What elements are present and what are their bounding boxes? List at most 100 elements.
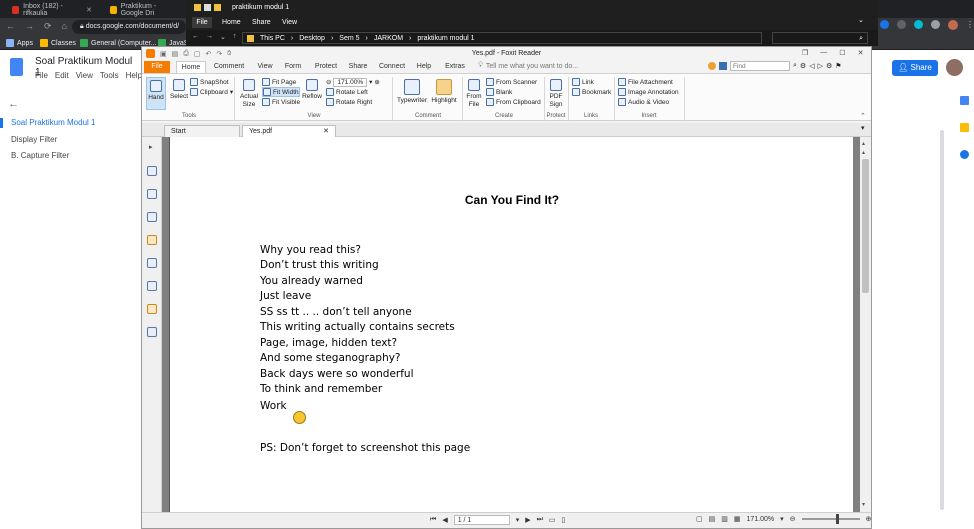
forward-icon[interactable]: → xyxy=(25,21,34,32)
hand-tool-button[interactable]: Hand xyxy=(146,77,166,110)
back-icon[interactable]: ← xyxy=(6,21,15,32)
next-result-icon[interactable]: ▷ xyxy=(818,62,823,70)
explorer-tab-home[interactable]: Home xyxy=(222,17,241,28)
single-page-icon[interactable]: ▢ xyxy=(696,515,703,523)
rotate-left-button[interactable]: Rotate Left xyxy=(326,87,380,97)
menu-home[interactable]: Home xyxy=(176,61,206,73)
close-tab-icon[interactable]: ✕ xyxy=(323,126,329,137)
next-page-icon[interactable]: ▶︎ xyxy=(525,516,530,524)
chrome-tab-gmail[interactable]: Inbox (182) - rifkaulia ✕ xyxy=(6,2,98,18)
fit-visible-button[interactable]: Fit Visible xyxy=(262,97,300,107)
minimize-icon[interactable]: — xyxy=(820,49,827,57)
back-arrow-icon[interactable]: ← xyxy=(8,98,19,110)
menu-tools[interactable]: Tools xyxy=(100,71,119,80)
outline-item-1[interactable]: Soal Praktikum Modul 1 xyxy=(11,118,95,127)
path-segment[interactable]: JARKOM xyxy=(374,35,403,42)
extension-icon[interactable] xyxy=(897,20,906,29)
menu-help[interactable]: Help xyxy=(126,71,142,80)
attachments-panel-icon[interactable] xyxy=(147,258,157,268)
tools-panel-icon[interactable] xyxy=(147,327,157,337)
continuous-page-icon[interactable]: ▤ xyxy=(709,515,716,523)
document-view[interactable]: Can You Find It? Why you read this? Don’… xyxy=(162,137,860,515)
first-page-icon[interactable]: ⏮︎ xyxy=(430,516,436,524)
from-file-button[interactable]: From File xyxy=(464,79,484,109)
chevron-down-icon[interactable]: ▾ xyxy=(780,515,784,523)
scrollbar[interactable] xyxy=(940,130,944,510)
share-button[interactable]: 👤︎ Share xyxy=(892,60,938,76)
menu-view[interactable]: View xyxy=(76,71,93,80)
outline-item-3[interactable]: B. Capture Filter xyxy=(11,151,69,160)
maximize-icon[interactable]: ☐ xyxy=(839,49,845,57)
facing-view-icon[interactable]: ▯ xyxy=(562,516,566,524)
highlight-button[interactable]: Highlight xyxy=(430,79,458,104)
zoom-in-icon[interactable]: ⊕ xyxy=(374,78,379,86)
image-annotation-button[interactable]: Image Annotation xyxy=(618,87,679,97)
chevron-down-icon[interactable]: ⌄ xyxy=(858,16,864,24)
explorer-tab-share[interactable]: Share xyxy=(252,17,271,28)
tab-list-icon[interactable]: ▾ xyxy=(861,124,865,132)
restore-icon[interactable]: ❐ xyxy=(802,49,808,57)
tab-start[interactable]: Start xyxy=(164,125,240,137)
path-segment[interactable]: praktikum modul 1 xyxy=(417,35,474,42)
layers-panel-icon[interactable] xyxy=(147,212,157,222)
fit-width-button[interactable]: Fit Width xyxy=(262,87,301,97)
vertical-scrollbar[interactable]: ▴ ▴ ▾ xyxy=(860,137,871,515)
explorer-search[interactable]: ⌕ xyxy=(772,32,868,44)
zoom-slider[interactable] xyxy=(801,514,860,524)
from-clipboard-button[interactable]: From Clipboard xyxy=(486,97,541,107)
search-icon[interactable]: ⌕ xyxy=(793,62,797,70)
account-icon[interactable] xyxy=(719,62,727,70)
snapshot-button[interactable]: SnapShot xyxy=(190,77,233,87)
profile-avatar[interactable] xyxy=(948,20,958,30)
keep-icon[interactable] xyxy=(960,123,969,132)
tasks-icon[interactable] xyxy=(960,150,969,159)
extension-icon[interactable] xyxy=(880,20,889,29)
zoom-out-icon[interactable]: ⊖ xyxy=(790,515,796,523)
menu-form[interactable]: Form xyxy=(280,61,306,73)
menu-view[interactable]: View xyxy=(252,61,278,73)
address-bar[interactable]: 🔒︎ docs.google.com/document/d/ xyxy=(72,20,186,34)
fit-page-button[interactable]: Fit Page xyxy=(262,77,300,87)
tell-me-box[interactable]: 💡︎ Tell me what you want to do... xyxy=(478,62,578,70)
menu-file[interactable]: File xyxy=(144,61,170,73)
clipboard-button[interactable]: Clipboard ▾ xyxy=(190,87,233,97)
smiley-icon[interactable] xyxy=(708,62,716,70)
user-avatar[interactable] xyxy=(946,59,963,76)
expand-panel-icon[interactable]: ▸ xyxy=(149,143,153,151)
select-tool-button[interactable]: Select xyxy=(169,79,189,100)
forward-icon[interactable]: → xyxy=(206,33,213,41)
comments-panel-icon[interactable] xyxy=(147,235,157,245)
zoom-in-icon[interactable]: ⊕ xyxy=(866,515,872,523)
explorer-tab-view[interactable]: View xyxy=(282,17,297,28)
properties-icon[interactable] xyxy=(204,4,211,11)
close-icon[interactable]: ✕ xyxy=(86,6,92,14)
chevron-down-icon[interactable]: ▾ xyxy=(516,516,520,524)
prev-page-icon[interactable]: ◀︎ xyxy=(442,516,447,524)
zoom-control[interactable]: ⊖ 171.00% ▾ ⊕ xyxy=(326,77,380,87)
bookmarks-panel-icon[interactable] xyxy=(147,166,157,176)
zoom-slider-thumb[interactable] xyxy=(835,514,839,524)
link-button[interactable]: Link xyxy=(572,77,611,87)
from-scanner-button[interactable]: From Scanner xyxy=(486,77,541,87)
menu-share[interactable]: Share xyxy=(344,61,372,73)
facing-page-icon[interactable]: ▥ xyxy=(721,515,728,523)
tab-yes-pdf[interactable]: Yes.pdf ✕ xyxy=(242,125,336,137)
scroll-down-icon[interactable]: ▾ xyxy=(862,501,865,508)
puzzle-icon[interactable] xyxy=(931,20,940,29)
folder-icon[interactable] xyxy=(194,4,201,11)
actual-size-button[interactable]: Actual Size xyxy=(238,79,260,109)
menu-connect[interactable]: Connect xyxy=(376,61,408,73)
options-icon[interactable]: ⚙︎ xyxy=(826,62,832,70)
path-segment[interactable]: Desktop xyxy=(299,35,325,42)
collapse-ribbon-icon[interactable]: ⌃ xyxy=(860,112,866,120)
recent-icon[interactable]: ⌄ xyxy=(220,33,226,41)
settings-gear-icon[interactable]: ⚙︎ xyxy=(800,62,806,70)
find-input[interactable] xyxy=(730,61,790,71)
reflow-button[interactable]: Reflow xyxy=(302,79,322,100)
path-segment[interactable]: Sem 5 xyxy=(339,35,359,42)
scroll-up-icon[interactable]: ▴ xyxy=(862,149,865,156)
pages-panel-icon[interactable] xyxy=(147,189,157,199)
menu-dots-icon[interactable]: ⋮ xyxy=(966,20,974,30)
cover-page-icon[interactable]: ▦ xyxy=(734,515,741,523)
audio-video-button[interactable]: Audio & Video xyxy=(618,97,679,107)
